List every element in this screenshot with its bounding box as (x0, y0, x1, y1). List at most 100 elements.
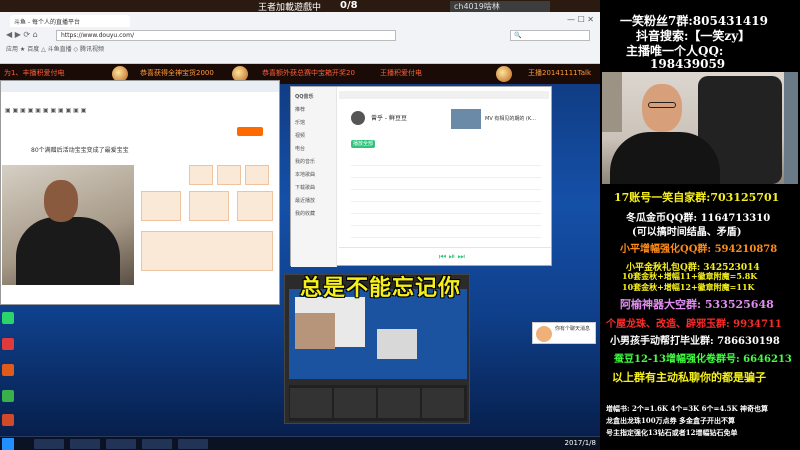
info-panel: 一笑粉丝7群:805431419 抖音搜索:【一笑zy】 主播唯一个人QQ: 1… (600, 0, 800, 450)
host-qq-number: 198439059 (650, 57, 726, 71)
bookmarks-bar[interactable]: 应用 ★ 百度 △ 斗鱼直播 ◇ 腾讯视频 (6, 44, 104, 53)
play-controls-icon[interactable]: ⏮ ⏯ ⏭ (439, 252, 465, 262)
price-note-1: 增幅书: 2个=1.6K 4个=3K 6个=4.5K 神奇也算 (606, 404, 769, 413)
browser-search-input[interactable]: 🔍 (510, 30, 590, 41)
shop-titlebar[interactable] (1, 81, 279, 92)
address-bar[interactable]: https://www.douyu.com/ (56, 30, 396, 41)
artifact-group: 阿榆神器大空群: 533525648 (620, 298, 774, 311)
song-row[interactable] (351, 157, 541, 166)
shop-action-button[interactable] (237, 127, 263, 136)
obs-preview (289, 289, 467, 379)
person-head (44, 180, 78, 222)
desktop-app-icon[interactable] (2, 364, 14, 376)
ice-coin-note: (可以搞时间结晶、矛盾) (632, 227, 742, 238)
desktop-app-icon[interactable] (2, 312, 14, 324)
scroll-group: 蚕豆12-13增幅强化卷群号: 6646213 (614, 354, 792, 365)
boost-group: 小男孩手动帮打毕业群: 786630198 (610, 336, 780, 347)
music-nav-item[interactable]: 我的收藏 (295, 210, 332, 217)
ice-coin-group: 冬瓜金币QQ群: 1164713310 (626, 213, 771, 224)
music-nav-item[interactable]: 推荐 (295, 106, 332, 113)
background-curtain (784, 72, 798, 184)
desktop-app-icon[interactable] (2, 414, 14, 426)
taskbar-item[interactable] (178, 439, 208, 449)
shop-tile[interactable] (217, 165, 241, 185)
obs-mixer-panel[interactable] (378, 388, 420, 418)
music-nav-item[interactable]: 视频 (295, 132, 332, 139)
group-17: 17账号一笑自家群:703125701 (614, 191, 780, 204)
singer-avatar (351, 111, 365, 125)
song-row[interactable] (351, 217, 541, 226)
desktop-app-icon[interactable] (2, 338, 14, 350)
shop-tile[interactable] (141, 231, 273, 271)
obs-scenes-panel[interactable] (290, 388, 332, 418)
taskbar-item[interactable] (70, 439, 100, 449)
desktop: 王者加載遊戲中 0/8 ch4019啥林 斗鱼 - 每个人的直播平台 — ☐ ✕… (0, 0, 600, 450)
music-nav-item[interactable]: 电台 (295, 145, 332, 152)
song-row[interactable] (351, 229, 541, 238)
shop-item-title[interactable]: 80个满赠后活动宝宝变成了最爱宝宝 (31, 145, 129, 154)
notify-avatar (536, 326, 552, 342)
shop-tile[interactable] (141, 191, 181, 221)
scam-warning: 以上群有主动私聊你的都是骗子 (612, 371, 766, 384)
taskbar-clock[interactable]: 2017/1/8 (565, 439, 596, 447)
desktop-app-icon[interactable] (2, 390, 14, 402)
lyric-overlay: 总是不能忘记你 (300, 276, 462, 301)
music-nav-item[interactable]: 本地歌曲 (295, 171, 332, 178)
obs-sources-panel[interactable] (334, 388, 376, 418)
game-header: 王者加載遊戲中 0/8 ch4019啥林 (0, 0, 600, 13)
glasses (648, 102, 676, 108)
price-note-2: 龙盒出龙珠100万点券 多金盒子开出不算 (606, 416, 736, 425)
play-all-button[interactable]: 播放全部 (351, 140, 375, 148)
song-row[interactable] (351, 169, 541, 178)
start-button[interactable] (2, 438, 14, 450)
song-row[interactable] (351, 193, 541, 202)
price-note-3: 号主指定强化13钻石或者12增幅钻石免单 (606, 428, 738, 437)
gold-price-2: 10套金秋+增幅12+徽章附魔=11K (622, 282, 755, 292)
window-controls[interactable]: — ☐ ✕ (567, 15, 594, 24)
game-score: 0/8 (340, 0, 358, 11)
music-nav-item[interactable]: 最近播放 (295, 197, 332, 204)
shop-tile[interactable] (245, 165, 269, 185)
music-sidebar: QQ音乐 推荐 乐馆 视频 电台 我的音乐 本地歌曲 下载歌曲 最近播放 我的收… (291, 87, 337, 267)
obs-panels (289, 385, 467, 421)
dragon-ball-group: 个屋龙珠、改造、辟邪玉群: 9934711 (606, 319, 782, 330)
player-controls: ⏮ ⏯ ⏭ (339, 247, 551, 265)
shop-tile[interactable] (189, 191, 229, 221)
stream-screen: 王者加載遊戲中 0/8 ch4019啥林 斗鱼 - 每个人的直播平台 — ☐ ✕… (0, 0, 800, 450)
mv-thumbnail[interactable] (451, 109, 481, 129)
shop-tile[interactable] (237, 191, 273, 221)
notify-text: 你有个聊天消息 (555, 326, 591, 332)
person-body (16, 217, 120, 285)
nav-buttons-icon[interactable]: ◀ ▶ ⟳ ⌂ (6, 30, 38, 39)
taskbar-item[interactable] (34, 439, 64, 449)
streamer-body (610, 132, 720, 184)
music-search-bar[interactable] (339, 91, 549, 99)
singer-name[interactable]: 曾乎 - 鲜豆豆 (371, 113, 407, 122)
streamer-head (642, 84, 682, 132)
browser-window: 斗鱼 - 每个人的直播平台 — ☐ ✕ ◀ ▶ ⟳ ⌂ https://www.… (0, 12, 600, 64)
gold-price-1: 10套金秋+增幅11+徽章附魔=5.8K (622, 271, 758, 281)
enhance-group: 小平增幅强化QQ群: 594210878 (620, 244, 778, 255)
game-tab[interactable]: ch4019啥林 (450, 1, 550, 12)
music-nav-item[interactable]: 乐馆 (295, 119, 332, 126)
shop-nav[interactable]: ▣ ▣ ▣ ▣ ▣ ▣ ▣ ▣ ▣ ▣ ▣ (5, 107, 86, 114)
promo-item: 为1、丰播积爱付电 (4, 69, 65, 77)
song-row[interactable] (351, 205, 541, 214)
streamer-webcam (602, 72, 798, 184)
obs-controls-panel[interactable] (422, 388, 464, 418)
taskbar-item[interactable] (142, 439, 172, 449)
music-logo: QQ音乐 (295, 94, 314, 100)
mv-title[interactable]: MV 有相见的期的 (K... (485, 115, 536, 122)
music-player-window: QQ音乐 推荐 乐馆 视频 电台 我的音乐 本地歌曲 下载歌曲 最近播放 我的收… (290, 86, 552, 267)
music-nav-item[interactable]: 我的音乐 (295, 158, 332, 165)
taskbar-item[interactable] (106, 439, 136, 449)
browser-tab[interactable]: 斗鱼 - 每个人的直播平台 (10, 15, 130, 27)
music-nav-item[interactable]: 下载歌曲 (295, 184, 332, 191)
promo-item: 王播积爱付电 (380, 69, 422, 77)
promo-item: 王播20141111Talk (528, 69, 592, 77)
chat-notification[interactable]: 你有个聊天消息 (532, 322, 596, 344)
song-row[interactable] (351, 181, 541, 190)
taskbar: 2017/1/8 (0, 436, 600, 450)
promo-item: 恭喜额外获总赛中宝箱开奖20 (262, 69, 355, 77)
shop-tile[interactable] (189, 165, 213, 185)
